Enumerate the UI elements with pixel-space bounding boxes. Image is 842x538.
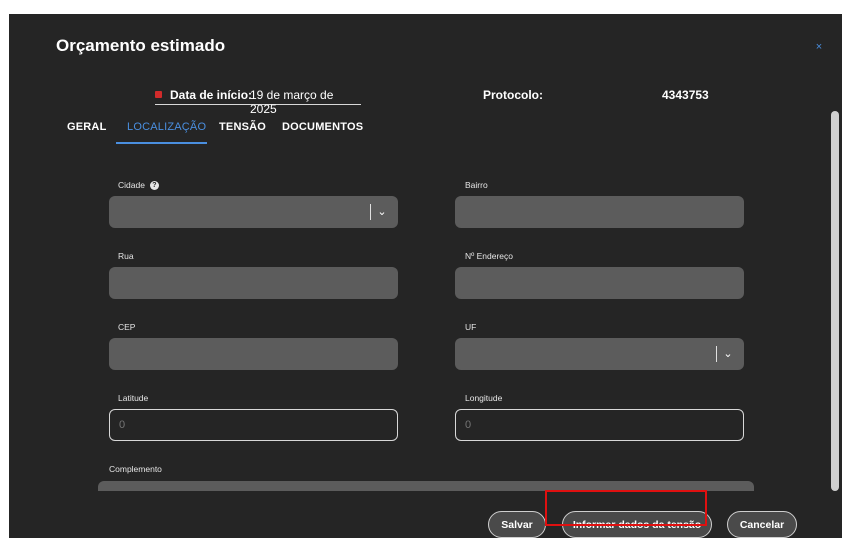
latitude-field[interactable] bbox=[109, 409, 398, 441]
start-date-label: Data de início: bbox=[170, 88, 253, 102]
active-tab-indicator bbox=[116, 142, 207, 144]
bairro-label: Bairro bbox=[465, 180, 488, 190]
chevron-down-icon[interactable]: ⌄ bbox=[375, 205, 389, 219]
select-divider bbox=[716, 346, 717, 362]
rua-field[interactable] bbox=[109, 267, 398, 299]
complemento-label: Complemento bbox=[109, 464, 162, 474]
longitude-field[interactable] bbox=[455, 409, 744, 441]
scrollbar[interactable] bbox=[830, 111, 840, 491]
cep-label: CEP bbox=[118, 322, 136, 332]
start-date-display: Data de início: 19 de março de 2025 bbox=[155, 88, 361, 116]
tab-geral[interactable]: GERAL bbox=[67, 121, 107, 133]
select-divider bbox=[370, 204, 371, 220]
budget-modal: Orçamento estimado × Data de início: 19 … bbox=[9, 14, 842, 538]
tab-documentos[interactable]: DOCUMENTOS bbox=[282, 121, 363, 133]
chevron-down-icon[interactable]: ⌄ bbox=[721, 347, 735, 361]
save-button[interactable]: Salvar bbox=[488, 511, 546, 538]
protocol-label: Protocolo: bbox=[483, 88, 543, 102]
cidade-label: Cidade? bbox=[118, 180, 159, 191]
highlight-box bbox=[545, 490, 707, 526]
numero-input[interactable] bbox=[455, 267, 744, 299]
longitude-label: Longitude bbox=[465, 393, 503, 403]
uf-label: UF bbox=[465, 322, 477, 332]
cidade-select[interactable]: ⌄ bbox=[109, 196, 398, 228]
rua-label: Rua bbox=[118, 251, 134, 261]
latitude-input[interactable] bbox=[110, 410, 397, 440]
required-marker-icon bbox=[155, 91, 162, 98]
start-date-value: 19 de março de 2025 bbox=[250, 88, 334, 116]
rua-input[interactable] bbox=[109, 267, 398, 299]
cancel-button[interactable]: Cancelar bbox=[727, 511, 797, 538]
uf-select[interactable]: ⌄ bbox=[455, 338, 744, 370]
close-icon[interactable]: × bbox=[812, 40, 826, 54]
scrollbar-thumb[interactable] bbox=[831, 111, 839, 491]
modal-title: Orçamento estimado bbox=[56, 36, 226, 55]
protocol-value: 4343753 bbox=[662, 88, 709, 102]
tab-tensao[interactable]: TENSÃO bbox=[219, 121, 266, 133]
cidade-label-text: Cidade bbox=[118, 180, 145, 190]
longitude-input[interactable] bbox=[456, 410, 743, 440]
help-icon[interactable]: ? bbox=[149, 181, 159, 191]
numero-label: Nº Endereço bbox=[465, 251, 513, 261]
numero-field[interactable] bbox=[455, 267, 744, 299]
cep-input[interactable] bbox=[109, 338, 398, 370]
modal-footer: Salvar Informar dados da tensão Cancelar bbox=[9, 491, 842, 538]
latitude-label: Latitude bbox=[118, 393, 149, 403]
tab-localizacao[interactable]: LOCALIZAÇÃO bbox=[127, 121, 206, 133]
bairro-input[interactable] bbox=[455, 196, 744, 228]
cep-field[interactable] bbox=[109, 338, 398, 370]
bairro-field[interactable] bbox=[455, 196, 744, 228]
